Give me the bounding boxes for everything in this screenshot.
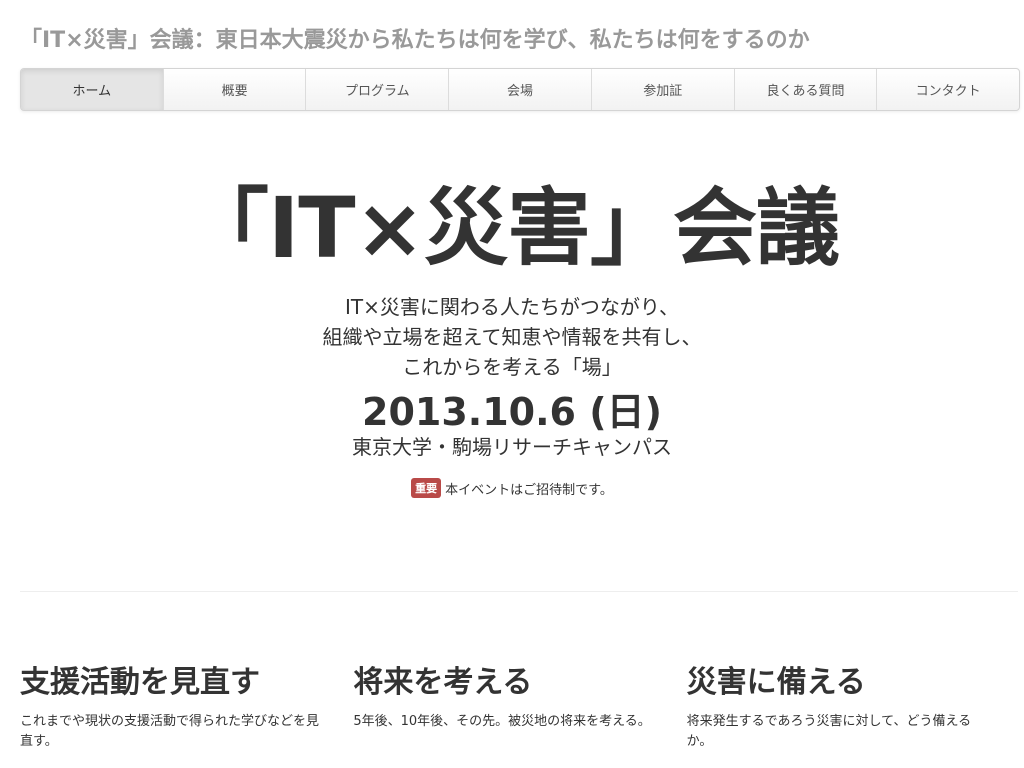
nav-item-overview[interactable]: 概要 [164,69,307,110]
feature-future: 将来を考える 5年後、10年後、その先。被災地の将来を考える。 [353,662,686,752]
features-section: 支援活動を見直す これまでや現状の支援活動で得られた学びなどを見直す。 将来を考… [20,662,1020,752]
hero-tagline: IT×災害に関わる人たちがつながり、 組織や立場を超えて知恵や情報を共有し、 こ… [0,292,1024,382]
hero-title: 「IT×災害」会議 [185,179,840,277]
feature-review-support: 支援活動を見直す これまでや現状の支援活動で得られた学びなどを見直す。 [20,662,353,752]
feature-heading: 将来を考える [353,665,533,700]
section-divider [20,591,1018,592]
feature-text: 将来発生するであろう災害に対して、どう備えるか。 [686,714,972,749]
notice: 重要 本イベントはご招待制です。 [0,478,1024,498]
site-title[interactable]: 「IT×災害」会議：東日本大震災から私たちは何を学び、私たちは何をするのか [20,22,810,54]
tagline-line: 組織や立場を超えて知恵や情報を共有し、 [322,325,702,349]
feature-prepare: 災害に備える 将来発生するであろう災害に対して、どう備えるか。 [687,662,1020,752]
hero-section: 「IT×災害」会議 IT×災害に関わる人たちがつながり、 組織や立場を超えて知恵… [0,178,1024,498]
tagline-line: これからを考える「場」 [402,355,622,379]
important-badge: 重要 [411,478,442,498]
feature-heading: 支援活動を見直す [20,665,260,700]
event-venue: 東京大学・駒場リサーチキャンパス [352,435,672,459]
nav-item-pass[interactable]: 参加証 [592,69,735,110]
nav-item-contact[interactable]: コンタクト [877,69,1019,110]
nav-item-faq[interactable]: 良くある質問 [735,69,878,110]
tagline-line: IT×災害に関わる人たちがつながり、 [344,295,680,319]
feature-text: 5年後、10年後、その先。被災地の将来を考える。 [353,714,651,729]
nav-item-program[interactable]: プログラム [306,69,450,110]
nav-item-venue[interactable]: 会場 [449,69,592,110]
feature-text: これまでや現状の支援活動で得られた学びなどを見直す。 [20,714,320,749]
event-date: 2013.10.6 (日) [362,390,662,434]
feature-heading: 災害に備える [686,665,866,700]
main-navbar: ホーム 概要 プログラム 会場 参加証 良くある質問 コンタクト [20,68,1020,111]
nav-item-home[interactable]: ホーム [21,69,164,110]
notice-text: 本イベントはご招待制です。 [445,482,613,498]
